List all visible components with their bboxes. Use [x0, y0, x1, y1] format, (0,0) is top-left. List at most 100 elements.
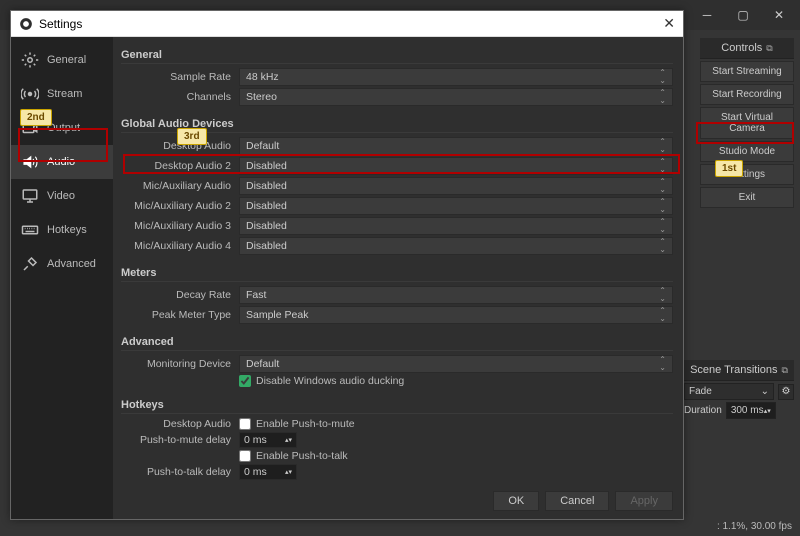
- global-audio-value: Default: [246, 140, 279, 152]
- global-audio-value: Disabled: [246, 220, 287, 232]
- dialog-title: Settings: [39, 17, 82, 31]
- global-audio-row: Mic/Auxiliary Audio 3 Disabled ⌃⌄: [121, 217, 673, 235]
- transition-settings-button[interactable]: ⚙: [778, 384, 794, 400]
- monitoring-device-value: Default: [246, 358, 279, 370]
- global-audio-select[interactable]: Default ⌃⌄: [239, 137, 673, 155]
- monitoring-device-label: Monitoring Device: [121, 358, 239, 370]
- sidebar-label: General: [47, 54, 86, 66]
- app-icon: [19, 17, 33, 31]
- spinner-icon: ⌃⌄: [659, 69, 666, 85]
- chevron-down-icon: ⌄: [761, 386, 769, 397]
- ptt-delay-input[interactable]: 0 ms▴▾: [239, 464, 297, 480]
- sidebar-item-audio[interactable]: Audio: [11, 145, 113, 179]
- minimize-button[interactable]: ─: [690, 5, 724, 25]
- spinner-icon: ⌃⌄: [659, 287, 666, 303]
- monitoring-device-select[interactable]: Default⌃⌄: [239, 355, 673, 373]
- controls-panel: Controls ⧉ Start Streaming Start Recordi…: [700, 38, 794, 208]
- popout-icon[interactable]: ⧉: [782, 365, 788, 376]
- peak-meter-select[interactable]: Sample Peak⌃⌄: [239, 306, 673, 324]
- ok-button[interactable]: OK: [493, 491, 539, 511]
- status-bar: : 1.1%, 30.00 fps: [717, 521, 792, 532]
- disable-ducking-checkbox[interactable]: Disable Windows audio ducking: [239, 375, 404, 387]
- spinner-icon: ⌃⌄: [659, 138, 666, 154]
- start-virtual-camera-button[interactable]: Start Virtual Camera: [700, 107, 794, 139]
- global-audio-row: Mic/Auxiliary Audio Disabled ⌃⌄: [121, 177, 673, 195]
- studio-mode-button[interactable]: Studio Mode: [700, 141, 794, 162]
- controls-header: Controls ⧉: [700, 38, 794, 59]
- annotation-label-3rd: 3rd: [177, 128, 207, 145]
- speaker-icon: [21, 153, 39, 171]
- sidebar-item-hotkeys[interactable]: Hotkeys: [11, 213, 113, 247]
- decay-rate-select[interactable]: Fast ⌃⌄: [239, 286, 673, 304]
- sidebar-item-stream[interactable]: Stream: [11, 77, 113, 111]
- gear-icon: ⚙: [782, 386, 791, 397]
- annotation-label-1st: 1st: [715, 160, 743, 177]
- spinner-icon: ⌃⌄: [659, 218, 666, 234]
- section-advanced-title: Advanced: [121, 332, 673, 351]
- duration-value: 300 ms: [731, 405, 764, 416]
- spinner-icon: ⌃⌄: [659, 178, 666, 194]
- ptm-delay-input[interactable]: 0 ms▴▾: [239, 432, 297, 448]
- start-recording-button[interactable]: Start Recording: [700, 84, 794, 105]
- dialog-close-button[interactable]: ✕: [663, 15, 675, 32]
- section-general-title: General: [121, 45, 673, 64]
- start-streaming-button[interactable]: Start Streaming: [700, 61, 794, 82]
- global-audio-label: Mic/Auxiliary Audio: [121, 180, 239, 192]
- sidebar-label: Audio: [47, 156, 75, 168]
- scene-transitions-title: Scene Transitions: [690, 364, 777, 376]
- ptm-delay-label: Push-to-mute delay: [121, 434, 239, 446]
- spinner-icon: ⌃⌄: [659, 158, 666, 174]
- global-audio-select[interactable]: Disabled ⌃⌄: [239, 217, 673, 235]
- transition-value: Fade: [689, 386, 712, 397]
- global-audio-row: Mic/Auxiliary Audio 4Disabled⌃⌄: [121, 237, 673, 255]
- sample-rate-label: Sample Rate: [121, 71, 239, 83]
- sidebar-label: Stream: [47, 88, 82, 100]
- section-meters-title: Meters: [121, 263, 673, 282]
- sample-rate-value: 48 kHz: [246, 71, 279, 83]
- global-audio-row: Mic/Auxiliary Audio 2Disabled⌃⌄: [121, 197, 673, 215]
- global-audio-select[interactable]: Disabled⌃⌄: [239, 197, 673, 215]
- cancel-button[interactable]: Cancel: [545, 491, 609, 511]
- popout-icon[interactable]: ⧉: [766, 43, 772, 54]
- global-audio-value: Disabled: [246, 180, 287, 192]
- sidebar-item-advanced[interactable]: Advanced: [11, 247, 113, 281]
- settings-dialog: Settings ✕ General Stream Output Audio: [10, 10, 684, 520]
- spinner-icon: ▴▾: [285, 436, 292, 444]
- global-audio-label: Mic/Auxiliary Audio 3: [121, 220, 239, 232]
- global-audio-select[interactable]: Disabled ⌃⌄: [239, 157, 673, 175]
- channels-select[interactable]: Stereo ⌃⌄: [239, 88, 673, 106]
- sidebar-label: Output: [47, 122, 80, 134]
- maximize-button[interactable]: ▢: [726, 5, 760, 25]
- gear-icon: [21, 51, 39, 69]
- sidebar-item-video[interactable]: Video: [11, 179, 113, 213]
- scene-transitions-header: Scene Transitions ⧉: [684, 360, 794, 381]
- sidebar-item-general[interactable]: General: [11, 43, 113, 77]
- transition-select[interactable]: Fade ⌄: [684, 383, 774, 400]
- global-audio-select[interactable]: Disabled⌃⌄: [239, 237, 673, 255]
- ptt-delay-value: 0 ms: [244, 466, 267, 478]
- enable-ptm-checkbox[interactable]: Enable Push-to-mute: [239, 418, 355, 430]
- decay-rate-value: Fast: [246, 289, 266, 301]
- sample-rate-select[interactable]: 48 kHz ⌃⌄: [239, 68, 673, 86]
- duration-label: Duration: [684, 405, 722, 416]
- enable-ptt-checkbox[interactable]: Enable Push-to-talk: [239, 450, 348, 462]
- spinner-icon: ⌃⌄: [659, 89, 666, 105]
- apply-button[interactable]: Apply: [615, 491, 673, 511]
- exit-button[interactable]: Exit: [700, 187, 794, 208]
- global-audio-select[interactable]: Disabled ⌃⌄: [239, 177, 673, 195]
- hotkey-desktop-audio-label: Desktop Audio: [121, 418, 239, 430]
- global-audio-value: Disabled: [246, 160, 287, 172]
- dialog-titlebar: Settings ✕: [11, 11, 683, 37]
- enable-ptm-label: Enable Push-to-mute: [256, 418, 355, 430]
- sidebar-label: Hotkeys: [47, 224, 87, 236]
- controls-title: Controls: [721, 42, 762, 54]
- global-audio-label: Desktop Audio 2: [121, 160, 239, 172]
- section-hotkeys-title: Hotkeys: [121, 395, 673, 414]
- duration-input[interactable]: 300 ms ▴▾: [726, 402, 776, 419]
- channels-value: Stereo: [246, 91, 277, 103]
- broadcast-icon: [21, 85, 39, 103]
- peak-meter-value: Sample Peak: [246, 309, 308, 321]
- close-button[interactable]: ✕: [762, 5, 796, 25]
- tools-icon: [21, 255, 39, 273]
- global-audio-value: Disabled: [246, 200, 287, 212]
